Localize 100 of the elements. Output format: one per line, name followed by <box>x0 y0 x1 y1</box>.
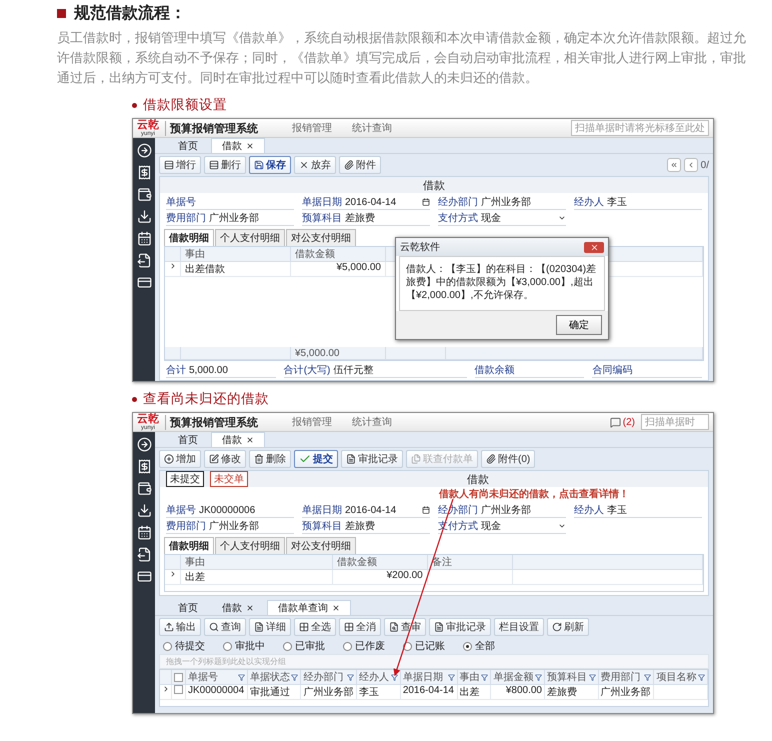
ok-button[interactable]: 确定 <box>556 315 602 335</box>
column-header[interactable]: 单据号 <box>186 670 248 685</box>
row-pointer-icon <box>169 262 177 270</box>
column-header[interactable]: 单据日期 <box>400 670 458 685</box>
form-field[interactable]: 单据号 JK00000006 <box>166 503 294 518</box>
detail-tab[interactable]: 个人支付明细 <box>215 537 285 554</box>
radio-label[interactable]: 已作废 <box>355 639 385 653</box>
notice-link[interactable]: 借款人有尚未归还的借款，点击查看详情！ <box>439 489 629 500</box>
radio-label[interactable]: 全部 <box>475 639 495 653</box>
toolbar-button[interactable]: 修改 <box>204 450 246 468</box>
toolbar-button[interactable]: 放弃 <box>294 156 336 174</box>
receipt-icon[interactable] <box>136 459 152 474</box>
toolbar-button[interactable]: 刷新 <box>547 618 589 636</box>
toolbar-button[interactable]: 增行 <box>159 156 201 174</box>
detail-tab[interactable]: 对公支付明细 <box>286 537 356 554</box>
document-export-icon[interactable] <box>136 547 152 562</box>
toolbar-button[interactable]: 全选 <box>294 618 336 636</box>
form-field[interactable]: 单据日期 2016-04-14 <box>302 503 430 518</box>
toolbar-button[interactable]: 删行 <box>204 156 246 174</box>
tab[interactable]: 借款 <box>211 138 265 153</box>
toolbar-button[interactable]: 审批记录 <box>429 618 491 636</box>
radio-label[interactable]: 审批中 <box>235 639 265 653</box>
menu-item[interactable]: 统计查询 <box>352 415 392 429</box>
toolbar-button[interactable]: 增加 <box>159 450 201 468</box>
column-header[interactable]: 单据状态 <box>248 670 302 685</box>
form-field[interactable]: 单据号 <box>166 195 294 210</box>
checkbox[interactable] <box>174 672 183 682</box>
field-value: 广州业务部 <box>209 212 260 225</box>
detail-tab[interactable]: 个人支付明细 <box>215 229 285 246</box>
column-header[interactable]: 项目名称 <box>654 670 708 685</box>
card-icon[interactable] <box>136 569 152 584</box>
scan-field[interactable]: 扫描单据时请将光标移至此处 <box>571 120 709 136</box>
tab[interactable]: 首页 <box>167 138 209 153</box>
card-icon[interactable] <box>136 275 152 290</box>
toolbar-button[interactable]: 附件 <box>339 156 381 174</box>
form-field[interactable]: 预算科目 差旅费 <box>302 211 430 226</box>
detail-tab[interactable]: 对公支付明细 <box>286 229 356 246</box>
filter-icon <box>448 674 455 680</box>
radio-button[interactable] <box>343 642 352 650</box>
form-field[interactable]: 费用部门 广州业务部 <box>166 519 294 534</box>
detail-tab[interactable]: 借款明细 <box>164 229 214 246</box>
toolbar-button[interactable]: 栏目设置 <box>494 618 544 636</box>
wallet-icon[interactable] <box>136 481 152 496</box>
menu-item[interactable]: 报销管理 <box>292 415 332 429</box>
column-header[interactable]: 预算科目 <box>544 670 599 685</box>
detail-tab[interactable]: 借款明细 <box>164 537 214 554</box>
form-field[interactable]: 支付方式 现金 <box>438 211 566 226</box>
calendar-icon[interactable] <box>136 525 152 540</box>
checkbox[interactable] <box>174 685 183 694</box>
tab[interactable]: 首页 <box>167 600 209 615</box>
arrow-circle-icon[interactable] <box>136 143 152 158</box>
column-header[interactable]: 经办人 <box>357 670 401 685</box>
column-header[interactable]: 费用部门 <box>598 670 654 685</box>
form-field[interactable]: 经办人 李玉 <box>574 195 702 210</box>
toolbar-button[interactable]: 查询 <box>204 618 246 636</box>
radio-label[interactable]: 已审批 <box>295 639 325 653</box>
first-page-button[interactable] <box>666 158 681 172</box>
toolbar-button[interactable]: 提交 <box>294 450 338 468</box>
calendar-icon[interactable] <box>136 231 152 246</box>
toolbar-button[interactable]: 附件(0) <box>481 450 536 468</box>
document-export-icon[interactable] <box>136 253 152 268</box>
download-icon[interactable] <box>136 503 152 518</box>
tab[interactable]: 首页 <box>167 432 209 447</box>
form-field[interactable]: 经办部门 广州业务部 <box>438 195 566 210</box>
tab[interactable]: 借款 <box>211 432 265 447</box>
column-header[interactable]: 单据金额 <box>491 670 545 685</box>
form-field[interactable]: 合计(大写) 伍仟元整 <box>284 363 467 378</box>
arrow-circle-icon[interactable] <box>136 437 152 452</box>
download-icon[interactable] <box>136 209 152 224</box>
form-field[interactable]: 预算科目 差旅费 <box>302 519 430 534</box>
form-field[interactable]: 经办人 李玉 <box>574 503 702 518</box>
toolbar-button[interactable]: 删除 <box>249 450 291 468</box>
form-field[interactable]: 合计 5,000.00 <box>166 363 276 378</box>
radio-button[interactable] <box>463 642 472 650</box>
radio-button[interactable] <box>223 642 232 650</box>
field-value: 2016-04-14 <box>345 196 398 208</box>
receipt-icon[interactable] <box>136 165 152 180</box>
toolbar-button[interactable]: 输出 <box>159 618 201 636</box>
wallet-icon[interactable] <box>136 187 152 202</box>
tab[interactable]: 借款 <box>211 600 265 615</box>
form-field[interactable]: 合同编码 <box>592 363 702 378</box>
toolbar-button[interactable]: 审批记录 <box>341 450 403 468</box>
scan-field[interactable]: 扫描单据时 <box>641 414 709 430</box>
radio-label[interactable]: 已记账 <box>415 639 445 653</box>
form-field[interactable]: 费用部门 广州业务部 <box>166 211 294 226</box>
radio-button[interactable] <box>283 642 292 650</box>
radio-button[interactable] <box>163 642 172 650</box>
menu-item[interactable]: 报销管理 <box>292 121 332 135</box>
toolbar-button[interactable]: 详细 <box>249 618 291 636</box>
close-button[interactable] <box>584 242 604 252</box>
filter-icon <box>481 674 488 680</box>
column-header[interactable]: 事由 <box>458 670 492 685</box>
tab[interactable]: 借款单查询 <box>267 600 351 615</box>
column-header[interactable]: 经办部门 <box>301 670 358 685</box>
form-field[interactable]: 单据日期 2016-04-14 <box>302 195 430 210</box>
form-field[interactable]: 借款余额 <box>474 363 584 378</box>
radio-label[interactable]: 待提交 <box>175 639 205 653</box>
toolbar-button[interactable]: 保存 <box>249 156 291 174</box>
menu-item[interactable]: 统计查询 <box>352 121 392 135</box>
toolbar-button[interactable]: 全消 <box>339 618 381 636</box>
